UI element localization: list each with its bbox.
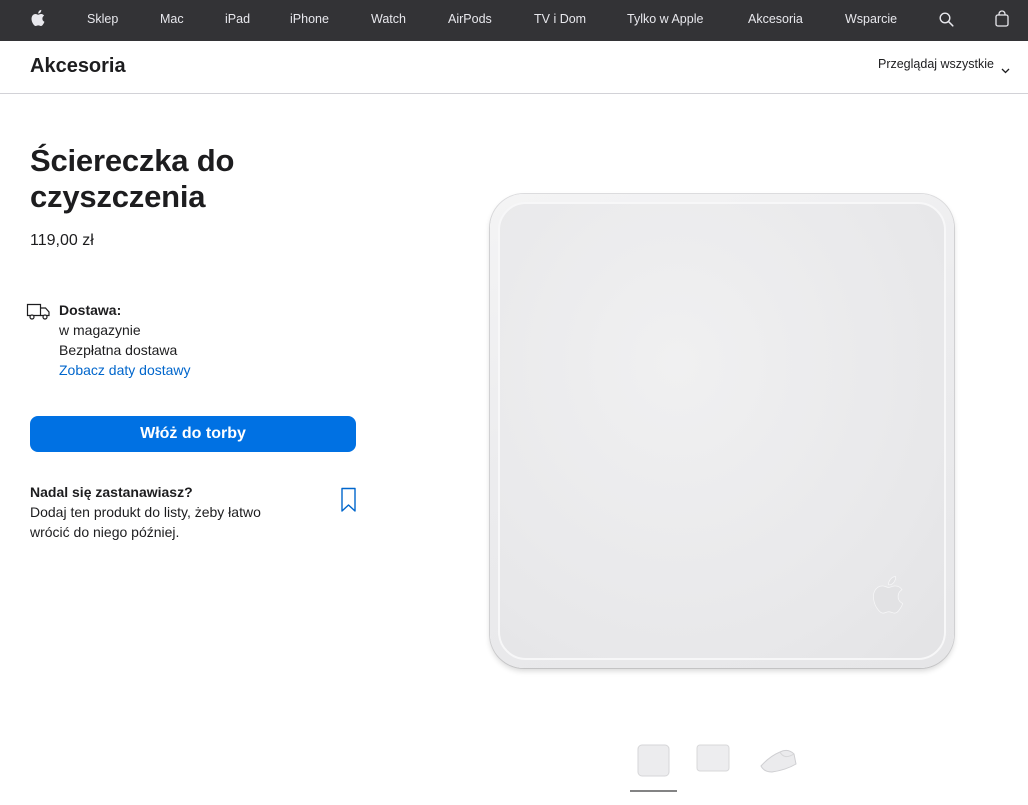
nav-item-tv-dom[interactable]: TV i Dom [534,0,586,41]
product-image [486,190,958,672]
nav-item-airpods[interactable]: AirPods [448,0,492,41]
nav-item-akcesoria[interactable]: Akcesoria [748,0,803,41]
gallery-thumbnail-3[interactable] [758,744,798,779]
nav-item-iphone[interactable]: iPhone [290,0,329,41]
nav-item-tylko-w-apple[interactable]: Tylko w Apple [627,0,703,41]
gallery-thumbnail-1[interactable] [637,744,670,782]
browse-all-link[interactable]: Przeglądaj wszystkie [878,57,994,71]
add-to-bag-button[interactable]: Włóż do torby [30,416,356,452]
gallery-selected-indicator [630,790,677,792]
nav-item-wsparcie[interactable]: Wsparcie [845,0,897,41]
product-price: 119,00 zł [30,232,94,249]
gallery-thumbnail-2[interactable] [696,744,730,778]
apple-logo-icon[interactable] [30,9,45,32]
delivery-truck-icon [26,302,51,326]
cleaning-cloth-image [490,194,954,668]
local-nav: Akcesoria Przeglądaj wszystkie [0,41,1028,94]
chevron-down-icon[interactable] [1001,61,1010,79]
delivery-shipping: Bezpłatna dostawa [59,342,178,358]
nav-item-ipad[interactable]: iPad [225,0,250,41]
nav-item-sklep[interactable]: Sklep [87,0,118,41]
local-nav-title[interactable]: Akcesoria [30,55,126,78]
global-nav: Sklep Mac iPad iPhone Watch AirPods TV i… [0,0,1028,41]
delivery-label: Dostawa: [59,302,122,318]
save-for-later-title: Nadal się zastanawiasz? [30,484,193,500]
search-icon[interactable] [939,12,954,32]
shopping-bag-icon[interactable] [995,10,1009,32]
delivery-availability: w magazynie [59,322,141,338]
save-for-later-description: Dodaj ten produkt do listy, żeby łatwo w… [30,504,261,540]
apple-logo-icon [870,574,904,621]
nav-item-mac[interactable]: Mac [160,0,184,41]
nav-item-watch[interactable]: Watch [371,0,406,41]
delivery-dates-link[interactable]: Zobacz daty dostawy [59,362,191,378]
product-title: Ściereczka do czyszczenia [30,143,235,214]
bookmark-icon[interactable] [340,487,357,518]
